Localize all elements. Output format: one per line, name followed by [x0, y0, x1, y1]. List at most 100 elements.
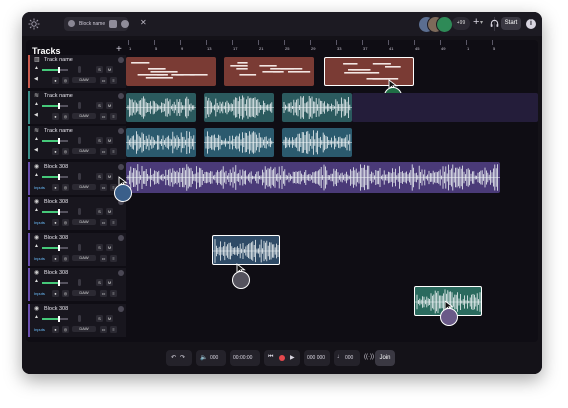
record-arm-dot[interactable] — [118, 92, 124, 99]
slider-knob[interactable] — [58, 138, 60, 144]
daw-button[interactable]: DAW — [72, 77, 96, 83]
daw-button[interactable]: DAW — [72, 254, 96, 261]
volume-slider[interactable] — [42, 173, 68, 180]
daw-button[interactable]: DAW — [72, 325, 96, 332]
volume-slider[interactable] — [42, 209, 68, 215]
mic-icon[interactable]: ● — [52, 183, 59, 191]
track-lane[interactable] — [126, 268, 538, 326]
pan-knob[interactable] — [78, 314, 81, 322]
info-icon[interactable]: i — [526, 19, 536, 29]
record-arm-dot[interactable] — [118, 128, 124, 134]
monitor-icon[interactable]: ▭ — [100, 148, 107, 155]
slider-knob[interactable] — [58, 244, 60, 251]
monitor-icon[interactable]: ▭ — [100, 183, 107, 191]
solo-button[interactable]: S — [96, 137, 103, 144]
solo-button[interactable]: S — [96, 208, 103, 215]
daw-button[interactable]: DAW — [72, 183, 96, 190]
record-arm-dot[interactable] — [118, 234, 124, 241]
pan-knob[interactable] — [78, 66, 81, 73]
mute-button[interactable]: M — [106, 172, 113, 180]
record-arm-dot[interactable] — [118, 57, 124, 63]
track-header[interactable]: ◉ Block 308 ▲ S M Inputs ● ◎ DAW ▭ ≡ — [28, 268, 126, 301]
block-tab[interactable]: Block name — [64, 17, 128, 31]
slider-knob[interactable] — [58, 280, 60, 286]
daw-button[interactable]: DAW — [72, 290, 96, 296]
join-button[interactable]: Join — [375, 350, 395, 366]
mute-button[interactable]: M — [106, 208, 113, 215]
inputs-link[interactable]: Inputs — [34, 291, 45, 296]
mic-icon[interactable]: ● — [52, 77, 59, 84]
volume-slider[interactable] — [42, 244, 68, 251]
mic-icon[interactable]: ● — [52, 325, 59, 333]
solo-button[interactable]: S — [96, 101, 103, 109]
timeline-ruler[interactable]: 1 5 9 13 17 21 25 29 33 37 41 45 49 1 5 — [126, 40, 538, 54]
eye-icon[interactable]: ◎ — [62, 325, 69, 333]
eye-icon[interactable]: ◎ — [62, 148, 69, 155]
track-header[interactable]: ◉ Block 308 ▲ S M Inputs ● ◎ DAW ▭ ≡ — [28, 161, 126, 195]
menu-icon[interactable]: ≡ — [110, 290, 117, 297]
audio-clip[interactable] — [282, 128, 352, 157]
slider-knob[interactable] — [58, 102, 60, 109]
menu-icon[interactable]: ≡ — [110, 112, 117, 120]
inputs-link[interactable]: Inputs — [34, 256, 45, 261]
monitor-icon[interactable]: ▭ — [100, 254, 107, 262]
slider-knob[interactable] — [58, 209, 60, 215]
metronome-control[interactable]: ♩ 000 — [334, 350, 360, 366]
solo-button[interactable]: S — [96, 314, 103, 322]
slider-knob[interactable] — [58, 315, 60, 322]
settings-gear-icon[interactable] — [28, 18, 40, 30]
skip-back-icon[interactable]: ⏮ — [268, 354, 273, 361]
mic-icon[interactable]: ● — [52, 219, 59, 226]
pan-knob[interactable] — [78, 243, 81, 251]
volume-control[interactable]: 🔈 000 — [196, 350, 226, 366]
slider-knob[interactable] — [58, 67, 60, 73]
eye-icon[interactable]: ◎ — [62, 112, 69, 120]
monitor-icon[interactable]: ▭ — [100, 325, 107, 333]
menu-icon[interactable]: ≡ — [110, 77, 117, 84]
save-icon[interactable] — [108, 17, 118, 31]
mute-button[interactable]: M — [106, 137, 113, 144]
headphones-icon[interactable] — [490, 19, 499, 28]
track-header[interactable]: ≋ Track name ▲ S M ◀ ● ◎ DAW ▭ ≡ — [28, 126, 126, 159]
audio-clip[interactable] — [282, 92, 352, 122]
daw-button[interactable]: DAW — [72, 112, 96, 119]
record-arm-dot[interactable] — [118, 270, 124, 276]
inputs-link[interactable]: Inputs — [34, 327, 45, 332]
monitor-icon[interactable]: ▭ — [100, 219, 107, 226]
monitor-icon[interactable]: ▭ — [100, 112, 107, 120]
mic-icon[interactable]: ● — [52, 290, 59, 297]
pan-knob[interactable] — [78, 208, 81, 215]
pan-knob[interactable] — [78, 101, 81, 109]
solo-button[interactable]: S — [96, 243, 103, 251]
mic-icon[interactable]: ● — [52, 254, 59, 262]
eye-icon[interactable]: ◎ — [62, 183, 69, 191]
track-lane[interactable] — [114, 161, 538, 202]
track-header[interactable]: ◉ Block 308 ▲ S M Inputs ● ◎ DAW ▭ ≡ — [28, 303, 126, 337]
play-icon[interactable]: ▶ — [290, 354, 295, 361]
midi-clip[interactable] — [324, 57, 414, 86]
track-lane[interactable] — [126, 304, 538, 337]
menu-icon[interactable]: ≡ — [110, 325, 117, 333]
midi-clip[interactable] — [224, 57, 314, 86]
volume-slider[interactable] — [42, 280, 68, 286]
solo-button[interactable]: S — [96, 172, 103, 180]
audio-clip[interactable] — [204, 128, 274, 157]
inputs-link[interactable]: Inputs — [34, 185, 45, 190]
volume-slider[interactable] — [42, 67, 68, 73]
track-lane[interactable] — [126, 91, 538, 124]
record-arm-dot[interactable] — [118, 305, 124, 312]
pan-knob[interactable] — [78, 172, 81, 180]
eye-icon[interactable]: ◎ — [62, 290, 69, 297]
daw-button[interactable]: DAW — [72, 148, 96, 154]
mute-button[interactable]: M — [106, 279, 113, 286]
menu-icon[interactable]: ≡ — [110, 219, 117, 226]
undo-icon[interactable]: ↶ — [171, 354, 176, 361]
audio-clip[interactable] — [352, 92, 538, 122]
inputs-link[interactable]: Inputs — [34, 220, 45, 225]
eye-icon[interactable]: ◎ — [62, 254, 69, 262]
monitor-icon[interactable]: ▭ — [100, 290, 107, 297]
audio-clip[interactable] — [126, 92, 196, 122]
menu-icon[interactable]: ≡ — [110, 148, 117, 155]
close-tab-icon[interactable]: ✕ — [140, 19, 147, 27]
audio-clip[interactable] — [126, 161, 500, 193]
